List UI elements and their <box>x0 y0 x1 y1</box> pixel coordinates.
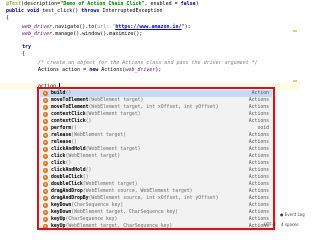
stripe-mark[interactable] <box>293 80 297 82</box>
method-name: contextClick <box>51 112 86 117</box>
method-params: (WebElement target, int xOffset, int yOf… <box>88 105 219 110</box>
code-line-1: @Test(description="Demo of Action Chain … <box>6 1 199 7</box>
method-name: clickAndHold <box>51 168 86 173</box>
method-name: contextClick <box>51 119 86 124</box>
method-params: (WebElement target) <box>85 112 141 117</box>
method-params: () <box>71 126 77 131</box>
method-params: (WebElement source, int xOffset, int yOf… <box>88 196 219 201</box>
method-params: (WebElement target) <box>88 98 144 103</box>
code-line-6: try <box>22 44 32 50</box>
method-params: (WebElement target) <box>85 147 141 152</box>
method-signature: keyUp(WebElement target, CharSequence ke… <box>51 223 172 230</box>
method-params: () <box>85 119 92 124</box>
method-params: (CharSequence key) <box>65 217 118 222</box>
event-log-icon: ● <box>280 212 284 217</box>
method-icon: m <box>43 98 48 103</box>
method-name: keyUp <box>51 224 66 229</box>
code-line-9: Actions action = new Actions(web_driver)… <box>38 67 162 73</box>
method-name: perform <box>51 126 72 131</box>
method-name: doubleClick <box>51 182 83 187</box>
method-icon: m <box>43 140 48 145</box>
code-line-4: web_driver.navigate().to(url: "https://w… <box>22 24 191 30</box>
indent-indicator[interactable]: 4 spaces <box>281 222 299 227</box>
code-line-8: /* create an object for the Actions clas… <box>38 60 258 66</box>
code-line-2: public void test_click() throws Interrup… <box>6 8 163 14</box>
method-name: dragAndDropBy <box>51 196 89 201</box>
method-icon: m <box>43 189 48 194</box>
method-name: moveToElement <box>51 105 89 110</box>
method-icon: m <box>43 105 48 110</box>
method-name: click <box>51 161 66 166</box>
method-name: keyDown <box>51 210 72 215</box>
method-icon: m <box>43 210 48 215</box>
method-icon: m <box>43 133 48 138</box>
method-params: (WebElement source, WebElement target) <box>82 189 193 194</box>
method-icon: m <box>43 154 48 159</box>
method-name: build <box>51 91 66 96</box>
method-icon: m <box>43 91 48 96</box>
method-name: dragAndDrop <box>51 189 83 194</box>
encoding-indicator[interactable]: UTF-8 <box>264 222 276 227</box>
method-icon: m <box>43 175 48 180</box>
method-name: keyDown <box>51 203 72 208</box>
method-name: clickAndHold <box>51 147 86 152</box>
method-params: () <box>71 140 77 145</box>
method-name: doubleClick <box>51 175 83 180</box>
method-icon: m <box>43 196 48 201</box>
method-params: (CharSequence key) <box>71 203 124 208</box>
code-line-3: { <box>6 15 10 21</box>
method-params: (WebElement target) <box>71 133 127 138</box>
method-params: () <box>82 175 89 180</box>
method-params: () <box>65 91 72 96</box>
method-params: (WebElement target, CharSequence key) <box>65 224 173 229</box>
method-icon: m <box>43 112 48 117</box>
method-name: click <box>51 154 66 159</box>
method-icon: m <box>43 182 48 187</box>
method-name: release <box>51 133 72 138</box>
method-icon: m <box>43 119 48 124</box>
autocomplete-item[interactable]: m keyUp(WebElement target, CharSequence k… <box>40 223 272 230</box>
event-log-button[interactable]: ● Event Log <box>280 212 305 217</box>
method-icon: m <box>43 217 48 222</box>
editor-error-stripe[interactable] <box>293 10 298 160</box>
method-name: moveToElement <box>51 98 89 103</box>
method-icon: m <box>43 147 48 152</box>
method-params: (WebElement target, CharSequence key) <box>71 210 179 215</box>
code-line-5: web_driver.manage().window().maximize(); <box>22 31 143 37</box>
method-icon: m <box>43 126 48 131</box>
stripe-mark[interactable] <box>293 30 297 32</box>
code-line-7: { <box>22 51 26 57</box>
method-icon: m <box>43 224 48 229</box>
method-params: () <box>65 161 72 166</box>
method-icon: m <box>43 203 48 208</box>
method-params: (WebElement target) <box>82 182 138 187</box>
method-icon: m <box>43 161 48 166</box>
method-name: keyUp <box>51 217 66 222</box>
method-name: release <box>51 140 72 145</box>
method-icon: m <box>43 168 48 173</box>
status-bar: ● Event Log UTF-8 4 spaces <box>250 212 305 230</box>
method-params: () <box>85 168 92 173</box>
method-params: (WebElement target) <box>65 154 121 159</box>
autocomplete-popup[interactable]: m build() Action m moveToElement(WebElement … <box>38 88 274 229</box>
